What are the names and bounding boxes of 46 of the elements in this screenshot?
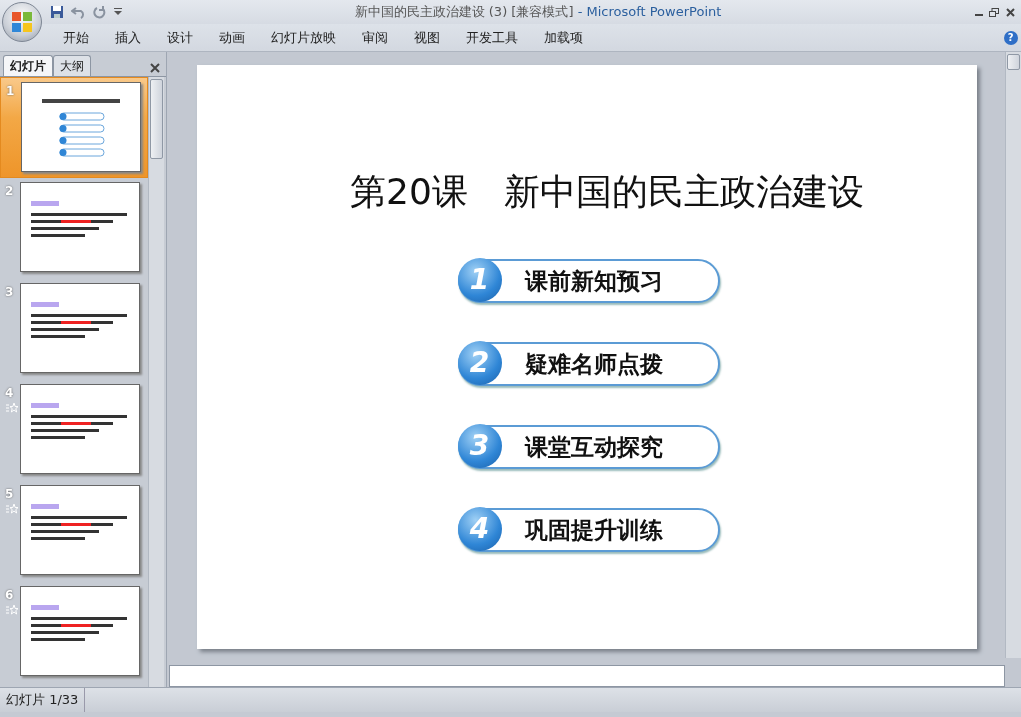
agenda-label: 疑难名师点拨 [524,349,663,379]
agenda-label: 课堂互动探究 [524,432,663,462]
slide-number: 2 [4,183,15,201]
slide-counter: 幻灯片 1/33 [0,688,86,712]
slide-title: 第20课 新中国的民主政治建设 [350,170,864,214]
number-badge: 3 [457,424,502,468]
number-badge: 2 [457,341,502,385]
slide-thumbnail[interactable] [21,82,141,173]
agenda-label: 课前新知预习 [524,266,663,296]
office-logo-icon [11,11,33,33]
slide-thumbnail[interactable] [20,182,140,273]
ribbon-tab[interactable]: 幻灯片放映 [258,27,349,48]
ribbon-tab[interactable]: 动画 [206,27,258,48]
app-title: - Microsoft PowerPoint [577,4,722,20]
help-icon[interactable]: ? [1003,30,1018,45]
ribbon-tab[interactable]: 开始 [50,27,102,48]
ribbon-tab[interactable]: 开发工具 [453,27,531,48]
slide-thumbnail[interactable] [20,283,140,374]
number-badge: 4 [457,507,502,551]
scrollbar[interactable] [148,77,164,687]
scrollbar[interactable] [1005,52,1021,658]
notes-field[interactable] [169,665,1005,687]
ribbon-tab[interactable]: 视图 [401,27,453,48]
close-icon[interactable] [149,63,160,73]
dropdown-icon[interactable] [113,8,122,16]
ribbon-tab[interactable]: 加载项 [531,27,596,48]
slide-number: 5 [4,486,15,504]
number-badge: 1 [457,258,502,302]
slide-thumbnail[interactable] [20,586,140,677]
slide-number: 3 [4,284,15,302]
ribbon-tab[interactable]: 审阅 [349,27,401,48]
slide-number: 6 [4,587,15,605]
close-icon[interactable] [1005,7,1015,17]
slide-number: 4 [4,385,15,403]
restore-icon[interactable] [989,7,999,17]
agenda-label: 巩固提升训练 [524,515,663,545]
document-title: 新中国的民主政治建设 (3) [兼容模式] [354,4,574,20]
save-icon[interactable] [50,5,64,19]
ribbon-tab[interactable]: 插入 [102,27,154,48]
ribbon-tab[interactable]: 设计 [154,27,206,48]
pane-tab[interactable]: 大纲 [53,55,92,77]
pane-tab[interactable]: 幻灯片 [3,55,54,77]
slide-thumbnail[interactable] [20,485,140,576]
slide-number: 1 [5,83,16,101]
slide-thumbnail[interactable] [20,384,140,475]
office-button[interactable] [2,2,42,42]
